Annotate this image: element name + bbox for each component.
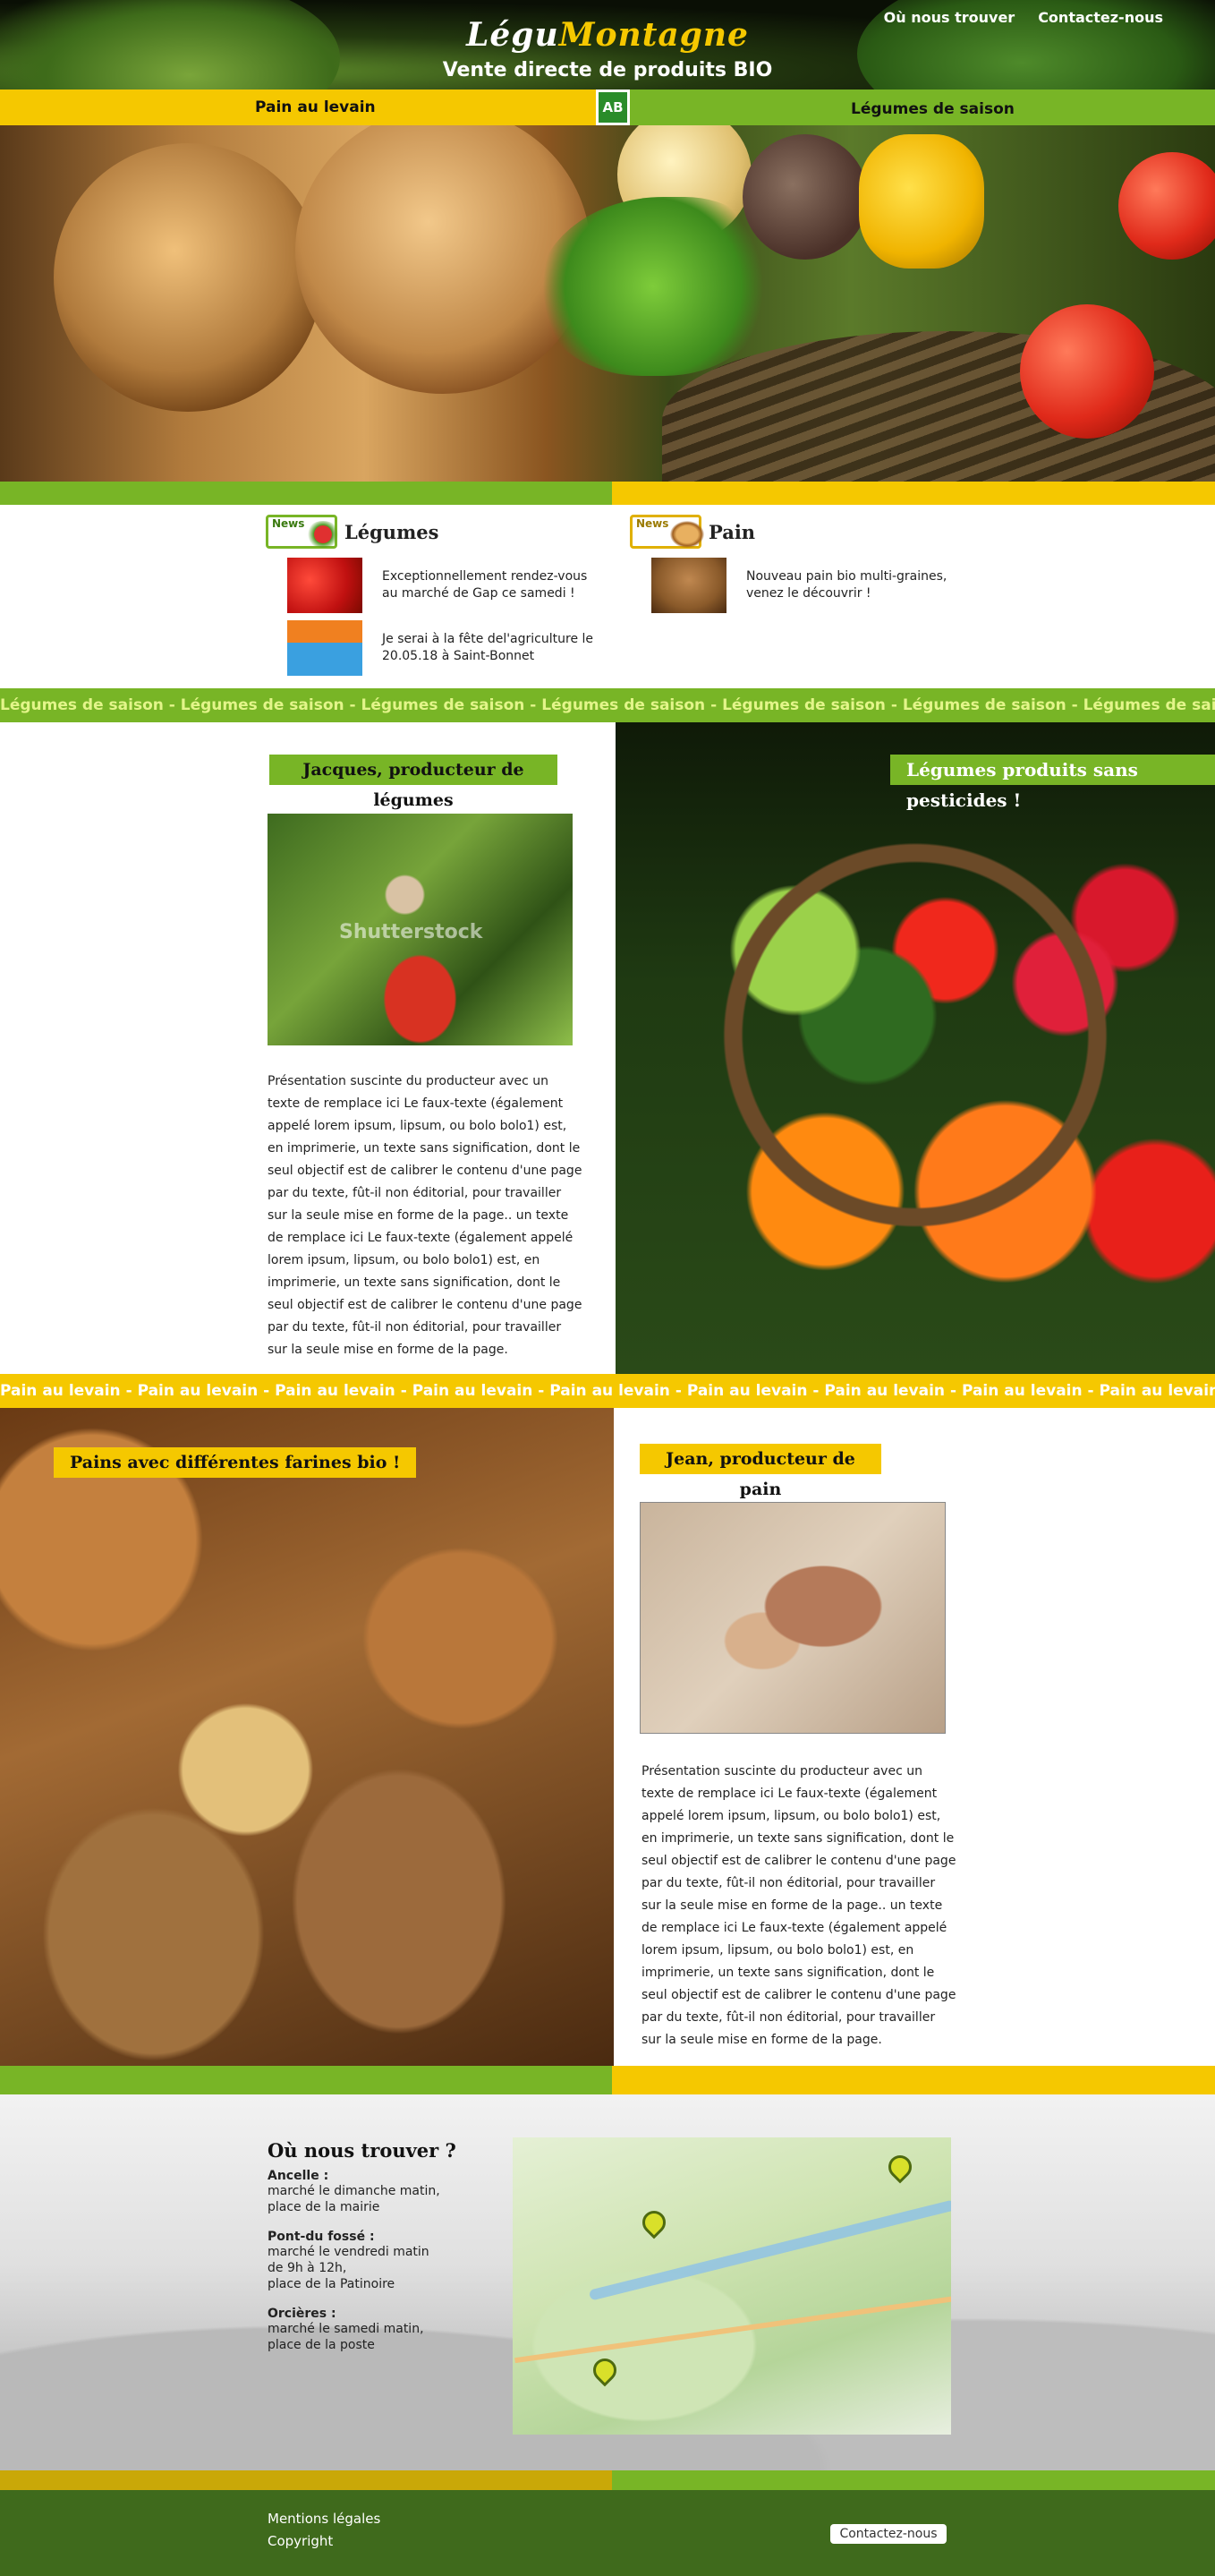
marquee-text: Légumes de saison bbox=[902, 696, 1066, 714]
marquee-legumes: Légumes de saison - Légumes de saison - … bbox=[0, 688, 1215, 722]
agriculture-fair-thumbnail bbox=[287, 620, 362, 676]
marquee-text: Pain au levain bbox=[412, 1382, 533, 1400]
stripe-green bbox=[612, 2470, 1215, 2490]
stripe-yellow bbox=[612, 2066, 1215, 2094]
logo-part2: Montagne bbox=[558, 16, 749, 54]
marquee-text: Pain au levain bbox=[824, 1382, 946, 1400]
news-pain: News Pain Nouveau pain bio multi-graines… bbox=[630, 515, 970, 620]
category-legumes-label: Légumes de saison bbox=[851, 100, 1015, 118]
pesticide-free-banner: Légumes produits sans pesticides ! bbox=[890, 755, 1215, 811]
marquee-text: Légumes de saison bbox=[1083, 696, 1215, 714]
place-desc: place de la mairie bbox=[268, 2200, 380, 2214]
news-legumes-title: Légumes bbox=[344, 520, 439, 543]
nav-contact[interactable]: Contactez-nous bbox=[1038, 9, 1163, 26]
legal-link[interactable]: Mentions légales bbox=[268, 2511, 380, 2527]
kneading-hands-photo bbox=[640, 1502, 946, 1734]
marquee-text: Pain au levain bbox=[137, 1382, 259, 1400]
hero-tomato bbox=[1020, 304, 1154, 439]
marquee-text: Légumes de saison bbox=[722, 696, 886, 714]
category-pain[interactable]: Pain au levain bbox=[0, 90, 596, 125]
vegetable-basket-photo bbox=[616, 722, 1215, 1374]
map-pin-icon[interactable] bbox=[588, 2353, 622, 2389]
place-pont-du-fosse: Pont-du fossé : marché le vendredi matin… bbox=[268, 2230, 500, 2292]
marquee-text: Pain au levain bbox=[686, 1382, 808, 1400]
marquee-text: Pain au levain bbox=[0, 1382, 121, 1400]
place-desc: place de la Patinoire bbox=[268, 2277, 395, 2291]
bread-icon bbox=[670, 521, 704, 548]
location-map[interactable] bbox=[513, 2137, 951, 2435]
hero-tomato bbox=[1118, 152, 1215, 260]
place-orcieres: Orcières : marché le samedi matin, place… bbox=[268, 2307, 500, 2353]
place-desc: marché le dimanche matin, bbox=[268, 2184, 440, 2198]
marquee-text: Légumes de saison bbox=[0, 696, 164, 714]
place-ancelle: Ancelle : marché le dimanche matin, plac… bbox=[268, 2169, 500, 2215]
news-badge-label: News bbox=[636, 517, 669, 530]
place-name: Ancelle : bbox=[268, 2169, 329, 2183]
ab-bio-logo: AB bbox=[596, 90, 630, 125]
multigrain-bread-thumbnail bbox=[651, 558, 726, 613]
news-item[interactable]: Je serai à la fête del'agriculture le 20… bbox=[287, 620, 606, 676]
map-pin-icon[interactable] bbox=[883, 2150, 917, 2186]
news-badge-label: News bbox=[272, 517, 305, 530]
marquee-text: Légumes de saison bbox=[361, 696, 525, 714]
top-nav: Où nous trouver Contactez-nous bbox=[884, 9, 1163, 26]
news-item[interactable]: Exceptionnellement rendez-vous au marché… bbox=[287, 558, 606, 613]
marquee-text: Légumes de saison bbox=[180, 696, 344, 714]
map-pin-icon[interactable] bbox=[637, 2205, 671, 2241]
hero-pepper bbox=[859, 134, 984, 269]
site-tagline: Vente directe de produits BIO bbox=[442, 59, 773, 81]
site-header: LéguMontagne Vente directe de produits B… bbox=[0, 0, 1215, 90]
site-footer bbox=[0, 2490, 1215, 2576]
news-badge-icon: News bbox=[266, 515, 340, 549]
nav-where-to-find[interactable]: Où nous trouver bbox=[884, 9, 1015, 26]
photo-watermark: Shutterstock bbox=[339, 921, 483, 943]
flours-banner: Pains avec différentes farines bio ! bbox=[54, 1447, 417, 1478]
marquee-text: Pain au levain bbox=[961, 1382, 1083, 1400]
producer-pain-text: Présentation suscinte du producteur avec… bbox=[641, 1764, 956, 2047]
producer-legumes-text: Présentation suscinte du producteur avec… bbox=[268, 1074, 582, 1357]
marquee-pain: Pain au levain - Pain au levain - Pain a… bbox=[0, 1374, 1215, 1408]
news-pain-title: Pain bbox=[709, 520, 756, 543]
category-pain-label: Pain au levain bbox=[255, 98, 376, 116]
stripe-yellow bbox=[0, 2470, 612, 2490]
radish-icon bbox=[306, 521, 340, 548]
footer-contact-button[interactable]: Contactez-nous bbox=[830, 2524, 947, 2544]
place-desc: marché le samedi matin, bbox=[268, 2322, 424, 2336]
map-road bbox=[514, 2292, 951, 2364]
marquee-text: Pain au levain bbox=[549, 1382, 670, 1400]
news-item[interactable]: Nouveau pain bio multi-graines, venez le… bbox=[651, 558, 970, 613]
marquee-text: Pain au levain bbox=[275, 1382, 395, 1400]
news-badge-icon: News bbox=[630, 515, 704, 549]
logo-part1: Légu bbox=[466, 16, 559, 54]
farmer-photo: Shutterstock bbox=[268, 814, 573, 1045]
news-item-text: Je serai à la fête del'agriculture le 20… bbox=[382, 632, 594, 663]
stripe-yellow bbox=[612, 482, 1215, 505]
producer-pain-title: Jean, producteur de pain bbox=[640, 1444, 881, 1499]
bread-wheat-photo bbox=[0, 1408, 614, 2066]
find-us-section: Où nous trouver ? Ancelle : marché le di… bbox=[268, 2139, 500, 2353]
find-us-title: Où nous trouver ? bbox=[268, 2139, 456, 2162]
news-item-text: Nouveau pain bio multi-graines, venez le… bbox=[746, 569, 947, 601]
producer-legumes-title: Jacques, producteur de légumes bbox=[269, 755, 557, 810]
place-desc: place de la poste bbox=[268, 2338, 375, 2352]
marquee-text: Légumes de saison bbox=[541, 696, 706, 714]
hero-bread bbox=[54, 143, 322, 412]
news-item-text: Exceptionnellement rendez-vous au marché… bbox=[382, 569, 588, 601]
hero-image bbox=[0, 125, 1215, 482]
copyright-text: Copyright bbox=[268, 2533, 334, 2549]
place-desc: de 9h à 12h, bbox=[268, 2261, 347, 2275]
marquee-text: Pain au levain bbox=[1099, 1382, 1215, 1400]
place-desc: marché le vendredi matin bbox=[268, 2245, 429, 2259]
category-legumes[interactable]: Légumes de saison bbox=[630, 90, 1215, 125]
place-name: Pont-du fossé : bbox=[268, 2230, 375, 2244]
tomatoes-thumbnail bbox=[287, 558, 362, 613]
place-name: Orcières : bbox=[268, 2307, 336, 2321]
stripe-green bbox=[0, 482, 612, 505]
stripe-green bbox=[0, 2066, 612, 2094]
news-legumes: News Légumes Exceptionnellement rendez-v… bbox=[266, 515, 606, 683]
